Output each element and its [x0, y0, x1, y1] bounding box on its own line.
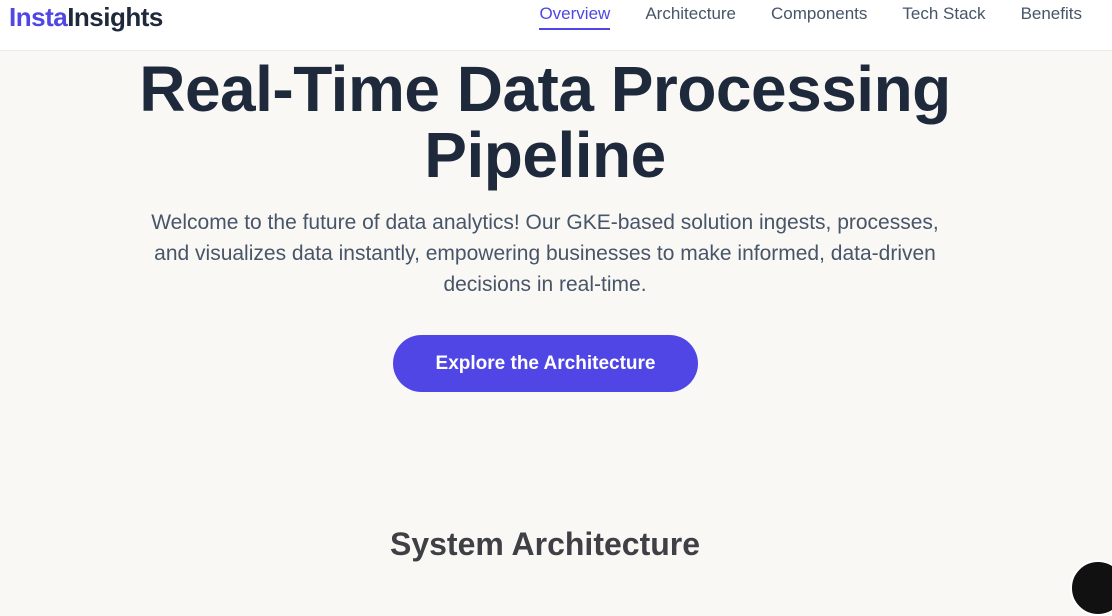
- nav-link-benefits[interactable]: Benefits: [1021, 4, 1082, 30]
- nav-link-overview[interactable]: Overview: [539, 4, 611, 30]
- top-navbar: InstaInsights Overview Architecture Comp…: [0, 0, 1112, 51]
- hero-title-line2: Pipeline: [424, 119, 666, 191]
- main-nav: Overview Architecture Components Tech St…: [539, 4, 1082, 30]
- hero-title-line1: Real-Time Data Processing: [139, 53, 951, 125]
- brand-logo-part1: Insta: [9, 2, 68, 32]
- explore-architecture-button[interactable]: Explore the Architecture: [393, 335, 698, 392]
- hero-title: Real-Time Data Processing Pipeline: [0, 56, 1090, 188]
- floating-action-button[interactable]: [1070, 560, 1112, 616]
- brand-logo-part2: Insights: [67, 2, 163, 32]
- section-title-system-architecture: System Architecture: [389, 526, 701, 562]
- nav-link-tech-stack[interactable]: Tech Stack: [902, 4, 985, 30]
- nav-link-components[interactable]: Components: [771, 4, 867, 30]
- nav-link-architecture[interactable]: Architecture: [645, 4, 736, 30]
- hero-description: Welcome to the future of data analytics!…: [151, 211, 939, 296]
- brand-logo[interactable]: InstaInsights: [9, 2, 163, 32]
